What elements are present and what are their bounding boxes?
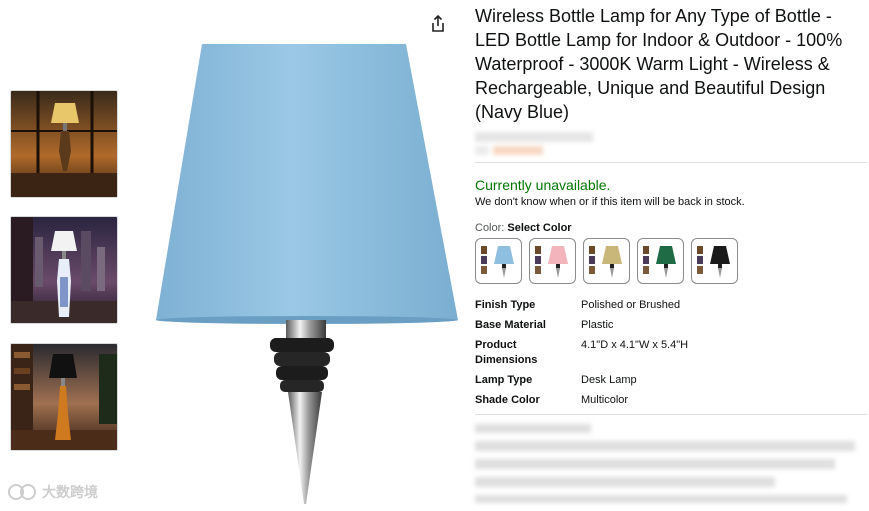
swatch-image <box>588 246 622 278</box>
color-label-value: Select Color <box>507 222 572 234</box>
color-swatch-1[interactable] <box>475 238 522 284</box>
color-swatches <box>475 238 867 284</box>
color-swatch-5[interactable] <box>691 238 738 284</box>
spec-key: Base Material <box>475 319 546 331</box>
spec-row: Lamp Type Desk Lamp <box>475 373 867 388</box>
thumbnail-3[interactable] <box>10 343 118 451</box>
spec-value: Desk Lamp <box>581 374 637 386</box>
swatch-image <box>642 246 676 278</box>
back-in-stock-note: We don't know when or if this item will … <box>475 196 745 208</box>
blurred-about-section <box>475 424 855 511</box>
watermark: 大数跨境 <box>8 482 98 502</box>
color-swatch-3[interactable] <box>583 238 630 284</box>
product-title: Wireless Bottle Lamp for Any Type of Bot… <box>475 6 843 122</box>
spec-key: Shade Color <box>475 394 540 406</box>
spec-key: Finish Type <box>475 299 536 311</box>
rating-blurred <box>475 130 595 158</box>
specs-table: Finish Type Polished or Brushed Base Mat… <box>475 298 867 408</box>
availability-status: Currently unavailable. <box>475 177 611 193</box>
spec-value: 4.1"D x 4.1"W x 5.4"H <box>581 339 689 351</box>
main-product-image[interactable] <box>140 36 470 506</box>
spec-key: Lamp Type <box>475 374 533 386</box>
lamp-shade <box>156 44 458 320</box>
spec-row: Shade Color Multicolor <box>475 393 867 408</box>
spec-key: Product Dimensions <box>475 339 538 366</box>
watermark-text: 大数跨境 <box>42 484 98 500</box>
thumbnail-image-3 <box>11 344 117 450</box>
color-swatch-2[interactable] <box>529 238 576 284</box>
color-label-key: Color: <box>475 222 505 234</box>
spec-row: Finish Type Polished or Brushed <box>475 298 867 313</box>
share-icon <box>432 14 444 32</box>
bottle-lamp-image <box>156 44 458 504</box>
color-swatch-4[interactable] <box>637 238 684 284</box>
thumbnail-image-2 <box>11 217 117 323</box>
share-button[interactable] <box>428 14 448 34</box>
spec-value: Plastic <box>581 319 614 331</box>
thumbnail-1[interactable] <box>10 90 118 198</box>
thumbnail-2[interactable] <box>10 216 118 324</box>
swatch-image <box>534 246 568 278</box>
color-label: Color: Select Color <box>475 222 867 234</box>
swatch-image <box>696 246 730 278</box>
spec-row: Base Material Plastic <box>475 318 867 333</box>
thumbnail-image-1 <box>11 91 117 197</box>
spec-value: Polished or Brushed <box>581 299 681 311</box>
spec-value: Multicolor <box>581 394 629 406</box>
product-details: Wireless Bottle Lamp for Any Type of Bot… <box>475 0 867 415</box>
spec-row: Product Dimensions 4.1"D x 4.1"W x 5.4"H <box>475 338 867 368</box>
swatch-image <box>480 246 514 278</box>
divider <box>475 162 867 163</box>
watermark-logo-icon <box>8 484 36 500</box>
divider <box>475 414 867 415</box>
